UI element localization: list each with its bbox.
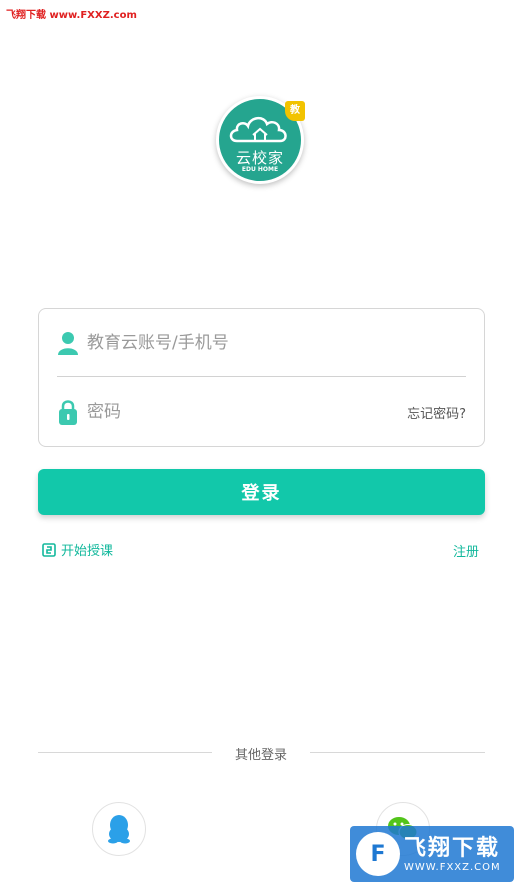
qq-icon	[108, 815, 130, 844]
app-logo: 教 云校家 EDU HOME	[216, 96, 305, 184]
qq-login-button[interactable]	[92, 802, 146, 856]
watermark-title: 飞翔下载	[404, 835, 501, 861]
account-row	[57, 309, 466, 377]
register-link[interactable]: 注册	[453, 541, 479, 560]
login-button[interactable]: 登录	[38, 469, 485, 515]
login-form: 忘记密码?	[38, 308, 485, 447]
watermark-badge: F 飞翔下载 WWW.FXXZ.COM	[350, 826, 514, 882]
watermark-url: WWW.FXXZ.COM	[404, 861, 501, 873]
start-class-icon	[42, 542, 56, 557]
watermark-top-text: 飞翔下载 www.FXXZ.com	[6, 10, 137, 21]
lock-icon	[57, 399, 79, 425]
start-class-label: 开始授课	[61, 544, 114, 559]
divider-right	[310, 752, 485, 753]
login-screen: 飞翔下载 www.FXXZ.com 教 云校家 EDU HOME 教育云账号/手…	[0, 0, 519, 888]
user-icon	[57, 330, 79, 356]
logo-subtitle: EDU HOME	[241, 166, 279, 173]
start-class-link[interactable]: 开始授课	[42, 540, 113, 559]
password-row: 忘记密码?	[57, 378, 466, 446]
other-login-label: 其他登录	[234, 748, 287, 763]
password-input[interactable]	[87, 402, 408, 422]
account-input[interactable]	[87, 332, 466, 353]
watermark-logo: F	[356, 832, 400, 876]
logo-name: 云校家	[235, 149, 284, 167]
cloud-house-icon	[229, 117, 287, 143]
divider-left	[38, 752, 212, 753]
forgot-password-link[interactable]: 忘记密码?	[407, 403, 466, 422]
